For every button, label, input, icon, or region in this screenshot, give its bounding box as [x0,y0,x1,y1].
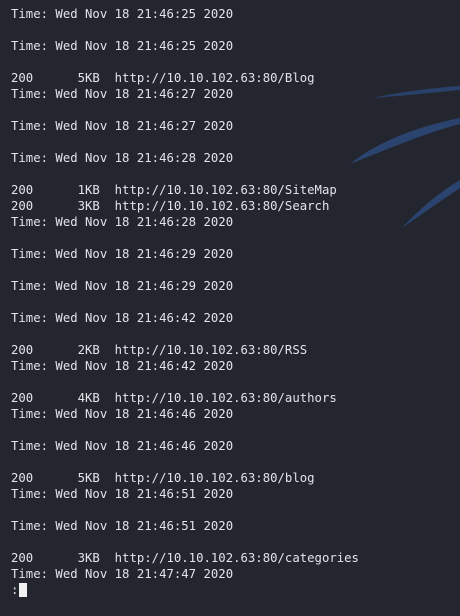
output-line: Time: Wed Nov 18 21:46:27 2020 [11,119,234,133]
output-line: 200 3KB http://10.10.102.63:80/Search [11,199,330,213]
wallpaper-swoosh-3 [402,180,460,228]
output-line: Time: Wed Nov 18 21:46:25 2020 [11,39,234,53]
output-line: Time: Wed Nov 18 21:46:42 2020 [11,311,234,325]
output-line: Time: Wed Nov 18 21:46:42 2020 [11,359,234,373]
output-line: Time: Wed Nov 18 21:46:51 2020 [11,487,234,501]
wallpaper-swoosh-1 [372,86,460,98]
output-line: Time: Wed Nov 18 21:47:47 2020 [11,567,234,581]
wallpaper-swoosh-2 [350,118,460,164]
output-line: Time: Wed Nov 18 21:46:46 2020 [11,407,234,421]
output-line: Time: Wed Nov 18 21:46:28 2020 [11,151,234,165]
output-line: Time: Wed Nov 18 21:46:29 2020 [11,279,234,293]
output-line: 200 2KB http://10.10.102.63:80/RSS [11,343,308,357]
terminal-window[interactable]: Time: Wed Nov 18 21:46:25 2020 Time: Wed… [0,0,460,616]
output-line: 200 5KB http://10.10.102.63:80/Blog [11,71,315,85]
output-line: 200 5KB http://10.10.102.63:80/blog [11,471,315,485]
pager-prompt-line[interactable]: : [11,582,359,598]
output-line: Time: Wed Nov 18 21:46:25 2020 [11,7,234,21]
text-cursor [19,583,28,597]
output-line: Time: Wed Nov 18 21:46:51 2020 [11,519,234,533]
output-line: Time: Wed Nov 18 21:46:27 2020 [11,87,234,101]
output-line: 200 1KB http://10.10.102.63:80/SiteMap [11,183,337,197]
output-line: Time: Wed Nov 18 21:46:28 2020 [11,215,234,229]
pager-prompt: : [11,583,19,597]
output-line: Time: Wed Nov 18 21:46:29 2020 [11,247,234,261]
terminal-output: Time: Wed Nov 18 21:46:25 2020 Time: Wed… [11,6,359,598]
output-line: Time: Wed Nov 18 21:46:46 2020 [11,439,234,453]
output-line: 200 3KB http://10.10.102.63:80/categorie… [11,551,359,565]
output-line: 200 4KB http://10.10.102.63:80/authors [11,391,337,405]
